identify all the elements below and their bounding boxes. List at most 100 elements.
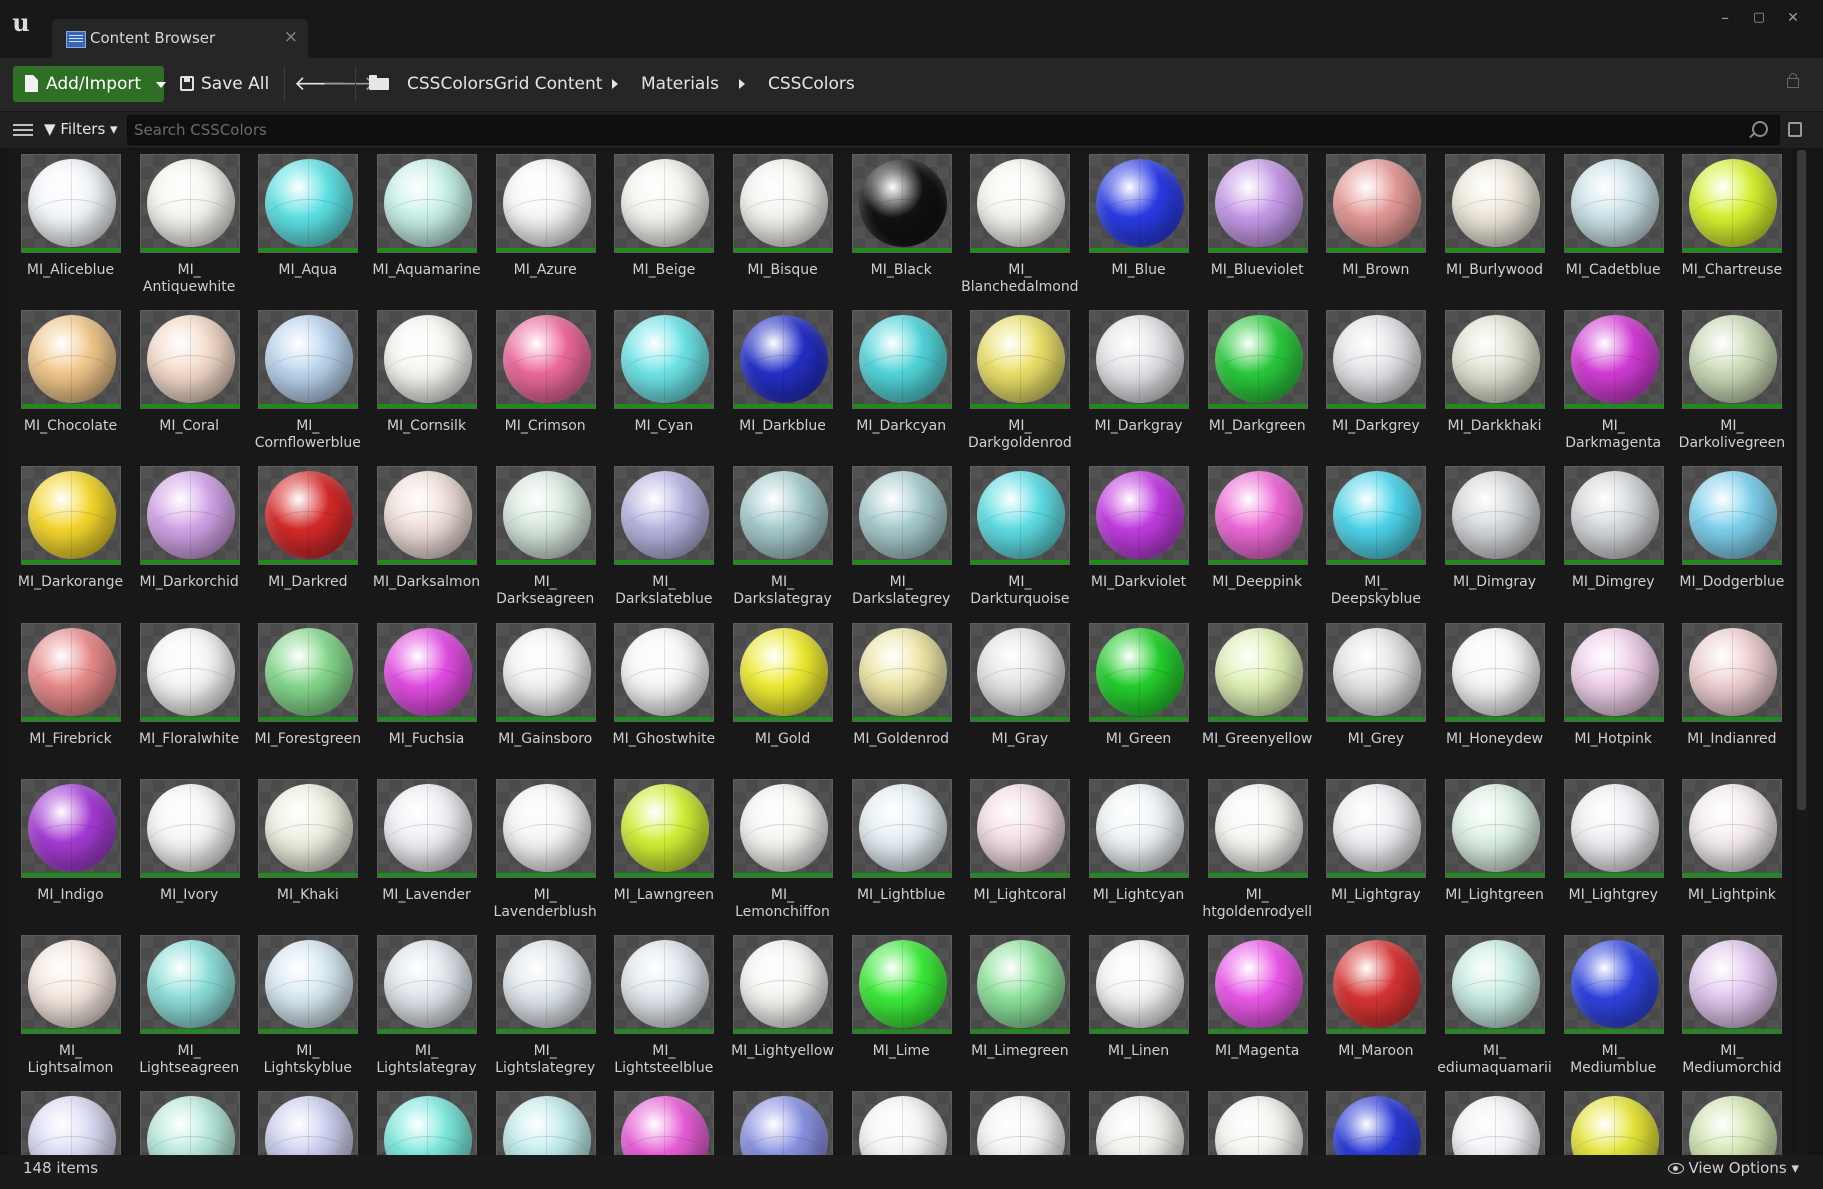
asset-tile[interactable]: MI_Brown <box>1313 150 1432 306</box>
asset-tile[interactable] <box>601 1087 720 1155</box>
tab-content-browser[interactable]: Content Browser × <box>52 19 308 58</box>
asset-tile[interactable]: MI_Cornsilk <box>364 306 483 462</box>
asset-tile[interactable]: MI_Indianred <box>1669 619 1788 775</box>
asset-tile[interactable]: MI_Darksalmon <box>364 462 483 618</box>
asset-tile[interactable]: MI_ Lightslategrey <box>483 931 602 1087</box>
asset-tile[interactable]: MI_Firebrick <box>8 619 127 775</box>
asset-tile[interactable]: MI_Deeppink <box>1195 462 1314 618</box>
lock-icon[interactable] <box>1787 73 1799 88</box>
asset-tile[interactable]: MI_Lightyellow <box>720 931 839 1087</box>
asset-tile[interactable]: MI_Ghostwhite <box>601 619 720 775</box>
asset-tile[interactable]: MI_Greenyellow <box>1195 619 1314 775</box>
asset-tile[interactable]: MI_ Mediumorchid <box>1669 931 1788 1087</box>
scrollbar-thumb[interactable] <box>1797 150 1806 810</box>
asset-tile[interactable] <box>1669 1087 1788 1155</box>
asset-tile[interactable] <box>127 1087 246 1155</box>
asset-tile[interactable]: MI_Lightgreen <box>1432 775 1551 931</box>
asset-tile[interactable] <box>957 1087 1076 1155</box>
asset-tile[interactable]: MI_Coral <box>127 306 246 462</box>
asset-tile[interactable]: MI_Darkblue <box>720 306 839 462</box>
asset-tile[interactable]: MI_Khaki <box>245 775 364 931</box>
asset-tile[interactable]: MI_ Lightsalmon <box>8 931 127 1087</box>
asset-tile[interactable]: MI_Forestgreen <box>245 619 364 775</box>
asset-tile[interactable]: MI_ Darkolivegreen <box>1669 306 1788 462</box>
asset-tile[interactable]: MI_Chocolate <box>8 306 127 462</box>
asset-tile[interactable]: MI_Darkred <box>245 462 364 618</box>
asset-tile[interactable]: MI_Burlywood <box>1432 150 1551 306</box>
breadcrumb-separator-icon[interactable] <box>739 79 745 89</box>
asset-tile[interactable]: MI_ Lavenderblush <box>483 775 602 931</box>
asset-tile[interactable]: MI_Dimgrey <box>1551 462 1670 618</box>
asset-tile[interactable] <box>364 1087 483 1155</box>
asset-tile[interactable] <box>1076 1087 1195 1155</box>
asset-tile[interactable]: MI_ Lightsteelblue <box>601 931 720 1087</box>
asset-tile[interactable]: MI_Lightpink <box>1669 775 1788 931</box>
asset-tile[interactable]: MI_Lightcyan <box>1076 775 1195 931</box>
asset-tile[interactable]: MI_Fuchsia <box>364 619 483 775</box>
asset-tile[interactable] <box>1313 1087 1432 1155</box>
sources-panel-icon[interactable] <box>13 122 33 138</box>
asset-tile[interactable]: MI_ Lightskyblue <box>245 931 364 1087</box>
asset-tile[interactable]: MI_ Blanchedalmond <box>957 150 1079 306</box>
asset-tile[interactable]: MI_Lavender <box>364 775 483 931</box>
asset-tile[interactable]: MI_Aqua <box>245 150 364 306</box>
asset-tile[interactable]: MI_Beige <box>601 150 720 306</box>
tab-close-icon[interactable]: × <box>284 27 298 47</box>
asset-tile[interactable]: MI_Azure <box>483 150 602 306</box>
asset-tile[interactable]: MI_ Lightslategray <box>364 931 483 1087</box>
search-icon[interactable] <box>1752 121 1768 137</box>
asset-tile[interactable]: MI_Ivory <box>127 775 246 931</box>
asset-tile[interactable]: MI_ Cornflowerblue <box>245 306 364 462</box>
asset-tile[interactable]: MI_Magenta <box>1195 931 1314 1087</box>
breadcrumb-item-materials[interactable]: Materials <box>641 74 719 94</box>
asset-tile[interactable]: MI_Lime <box>839 931 958 1087</box>
asset-tile[interactable]: MI_ Darkslategrey <box>839 462 958 618</box>
asset-tile[interactable]: MI_Bisque <box>720 150 839 306</box>
asset-tile[interactable] <box>839 1087 958 1155</box>
maximize-icon[interactable]: ▢ <box>1747 10 1771 25</box>
asset-tile[interactable]: MI_Lightgrey <box>1551 775 1670 931</box>
asset-tile[interactable]: MI_Chartreuse <box>1669 150 1788 306</box>
asset-tile[interactable]: MI_ htgoldenrodyell <box>1195 775 1314 931</box>
asset-tile[interactable]: MI_Maroon <box>1313 931 1432 1087</box>
asset-tile[interactable]: MI_Gray <box>957 619 1076 775</box>
breadcrumb-separator-icon[interactable] <box>612 79 618 89</box>
asset-tile[interactable]: MI_Darkcyan <box>839 306 958 462</box>
asset-tile[interactable]: MI_ Lemonchiffon <box>720 775 839 931</box>
back-arrow-icon[interactable]: 🡐 <box>294 66 348 102</box>
asset-tile[interactable]: MI_ Darkseagreen <box>483 462 602 618</box>
asset-tile[interactable]: MI_ Darkslategray <box>720 462 839 618</box>
asset-tile[interactable]: MI_Darkgreen <box>1195 306 1314 462</box>
asset-tile[interactable] <box>1432 1087 1551 1155</box>
forward-arrow-icon[interactable]: 🡒 <box>322 66 376 102</box>
view-options-button[interactable]: View Options ▾ <box>1668 1159 1799 1177</box>
save-all-button[interactable]: Save All <box>170 66 278 102</box>
asset-tile[interactable]: MI_Crimson <box>483 306 602 462</box>
asset-tile[interactable]: MI_Darkgray <box>1076 306 1195 462</box>
asset-tile[interactable]: MI_Grey <box>1313 619 1432 775</box>
asset-tile[interactable] <box>8 1087 127 1155</box>
asset-tile[interactable]: MI_ Deepskyblue <box>1313 462 1432 618</box>
window-close-icon[interactable]: ✕ <box>1781 10 1805 26</box>
breadcrumb-item-content[interactable]: CSSColorsGrid Content <box>407 74 602 94</box>
asset-tile[interactable] <box>720 1087 839 1155</box>
add-import-button[interactable]: Add/Import <box>13 66 166 102</box>
asset-tile[interactable]: MI_ Darkslateblue <box>601 462 720 618</box>
asset-tile[interactable]: MI_Darkgrey <box>1313 306 1432 462</box>
asset-tile[interactable]: MI_Hotpink <box>1551 619 1670 775</box>
asset-tile[interactable]: MI_Blue <box>1076 150 1195 306</box>
breadcrumb-item-csscolors[interactable]: CSSColors <box>768 74 855 94</box>
asset-tile[interactable]: MI_ ediumaquamarii <box>1432 931 1552 1087</box>
asset-tile[interactable]: MI_ Lightseagreen <box>127 931 246 1087</box>
asset-tile[interactable]: MI_Indigo <box>8 775 127 931</box>
asset-tile[interactable]: MI_ Darkturquoise <box>957 462 1076 618</box>
asset-tile[interactable]: MI_ Darkmagenta <box>1551 306 1670 462</box>
asset-tile[interactable]: MI_Blueviolet <box>1195 150 1314 306</box>
asset-tile[interactable]: MI_Lawngreen <box>601 775 720 931</box>
search-input[interactable] <box>127 115 1780 145</box>
minimize-icon[interactable]: – <box>1713 8 1737 27</box>
asset-tile[interactable]: MI_Dimgray <box>1432 462 1551 618</box>
grid-scrollbar[interactable] <box>1796 150 1808 1155</box>
asset-tile[interactable]: MI_Lightblue <box>839 775 958 931</box>
filters-button[interactable]: ▼ Filters ▾ <box>44 120 118 138</box>
